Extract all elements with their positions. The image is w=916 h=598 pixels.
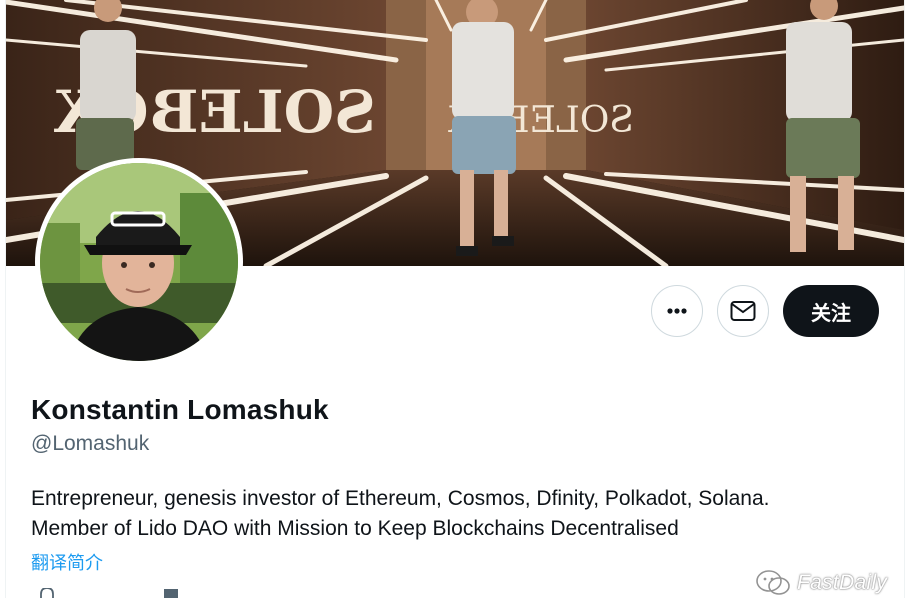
more-horizontal-icon [667,308,687,314]
fastdaily-watermark: FastDaily [755,568,887,598]
location-icon [40,588,54,598]
profile-avatar[interactable] [35,158,243,366]
watermark-text: FastDaily [797,571,888,594]
translate-bio-link[interactable]: 翻译简介 [31,549,103,575]
profile-meta-row [31,588,391,598]
profile-bio: Entrepreneur, genesis investor of Ethere… [31,484,871,544]
profile-name: Konstantin Lomashuk [31,394,329,425]
more-button[interactable] [651,285,703,337]
message-button[interactable] [717,285,769,337]
follow-button[interactable]: 关注 [783,285,879,337]
calendar-icon [164,589,178,598]
bio-line: Entrepreneur, genesis investor of Ethere… [31,487,770,510]
wechat-icon [756,570,790,595]
profile-page: SOLEBOX SOLEBOX 关注 Konstantin Lomashuk @… [5,0,905,598]
bio-line: Member of Lido DAO with Mission to Keep … [31,517,679,540]
envelope-icon [730,301,756,321]
profile-handle: @Lomashuk [31,432,150,455]
avatar-photo [40,163,238,361]
